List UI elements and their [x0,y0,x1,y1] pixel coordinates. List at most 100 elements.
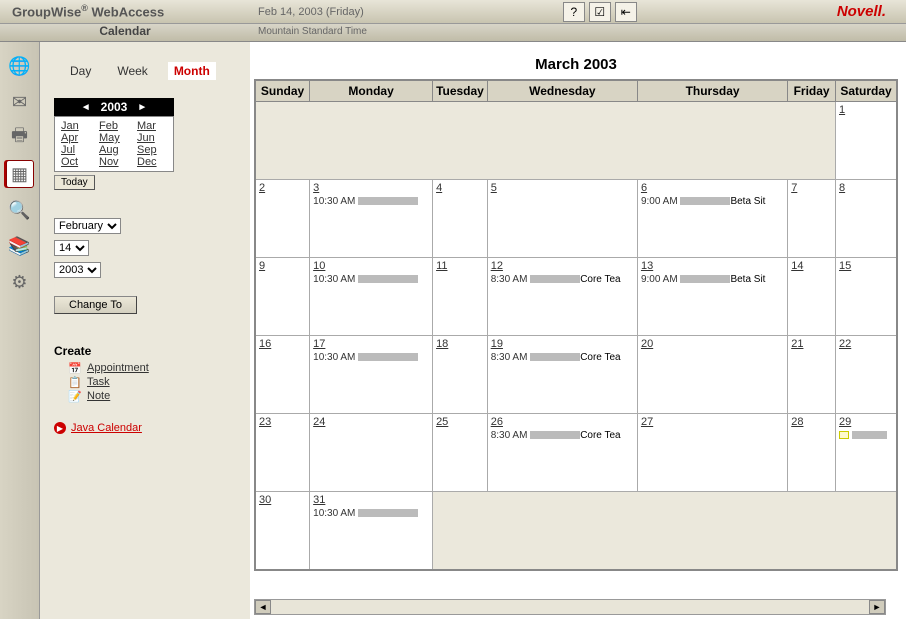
day-number[interactable]: 10 [313,260,325,272]
day-cell[interactable]: 11 [433,258,488,336]
month-apr[interactable]: Apr [61,132,91,144]
day-number[interactable]: 25 [436,416,448,428]
day-cell[interactable]: 16 [255,336,310,414]
search-icon[interactable]: 🔍 [6,196,34,224]
event[interactable] [839,430,893,441]
day-number[interactable]: 27 [641,416,653,428]
month-select[interactable]: February [54,218,121,234]
today-button[interactable]: Today [54,175,95,190]
day-number[interactable]: 1 [839,104,845,116]
event[interactable]: 8:30 AM Core Tea [491,430,634,441]
day-cell[interactable]: 8 [836,180,898,258]
day-number[interactable]: 31 [313,494,325,506]
month-dec[interactable]: Dec [137,156,167,168]
day-number[interactable]: 21 [791,338,803,350]
day-cell[interactable]: 26 8:30 AM Core Tea [487,414,637,492]
day-cell[interactable]: 15 [836,258,898,336]
day-number[interactable]: 12 [491,260,503,272]
day-cell[interactable]: 18 [433,336,488,414]
event[interactable]: 10:30 AM [313,274,429,285]
day-number[interactable]: 26 [491,416,503,428]
day-number[interactable]: 19 [491,338,503,350]
day-cell[interactable]: 23 [255,414,310,492]
day-number[interactable]: 18 [436,338,448,350]
day-number[interactable]: 7 [791,182,797,194]
day-number[interactable]: 8 [839,182,845,194]
day-cell[interactable]: 17 10:30 AM [310,336,433,414]
month-jul[interactable]: Jul [61,144,91,156]
day-number[interactable]: 20 [641,338,653,350]
create-note[interactable]: 📝Note [68,390,236,402]
day-number[interactable]: 14 [791,260,803,272]
day-select[interactable]: 14 [54,240,89,256]
month-sep[interactable]: Sep [137,144,167,156]
day-cell[interactable]: 20 [637,336,787,414]
month-jun[interactable]: Jun [137,132,167,144]
tab-month[interactable]: Month [168,62,216,80]
scroll-right-icon[interactable]: ► [869,600,885,614]
day-cell[interactable]: 5 [487,180,637,258]
event[interactable]: 10:30 AM [313,196,429,207]
print-icon[interactable]: 🖶 [6,124,34,152]
month-nov[interactable]: Nov [99,156,129,168]
day-cell[interactable]: 10 10:30 AM [310,258,433,336]
logout-icon[interactable]: ⇤ [615,2,637,22]
day-cell[interactable]: 29 [836,414,898,492]
compose-icon[interactable]: ✉ [6,88,34,116]
day-number[interactable]: 30 [259,494,271,506]
event[interactable]: 10:30 AM [313,508,429,519]
day-cell[interactable]: 4 [433,180,488,258]
month-may[interactable]: May [99,132,129,144]
day-number[interactable]: 3 [313,182,319,194]
options-icon[interactable]: ☑ [589,2,611,22]
day-number[interactable]: 24 [313,416,325,428]
day-number[interactable]: 13 [641,260,653,272]
event[interactable]: 9:00 AM Beta Sit [641,274,784,285]
day-cell[interactable]: 27 [637,414,787,492]
day-cell[interactable]: 12 8:30 AM Core Tea [487,258,637,336]
day-cell[interactable]: 9 [255,258,310,336]
day-cell[interactable]: 6 9:00 AM Beta Sit [637,180,787,258]
create-task[interactable]: 📋Task [68,376,236,388]
event[interactable]: 9:00 AM Beta Sit [641,196,784,207]
change-to-button[interactable]: Change To [54,296,137,314]
globe-icon[interactable]: 🌐 [6,52,34,80]
day-cell[interactable]: 28 [788,414,836,492]
tab-day[interactable]: Day [64,62,97,80]
event[interactable]: 8:30 AM Core Tea [491,274,634,285]
day-number[interactable]: 2 [259,182,265,194]
day-number[interactable]: 29 [839,416,851,428]
day-cell[interactable]: 24 [310,414,433,492]
day-number[interactable]: 4 [436,182,442,194]
day-cell[interactable]: 13 9:00 AM Beta Sit [637,258,787,336]
day-number[interactable]: 28 [791,416,803,428]
day-cell[interactable]: 2 [255,180,310,258]
day-number[interactable]: 23 [259,416,271,428]
day-number[interactable]: 9 [259,260,265,272]
help-icon[interactable]: ? [563,2,585,22]
day-cell[interactable]: 14 [788,258,836,336]
scroll-left-icon[interactable]: ◄ [255,600,271,614]
day-number[interactable]: 6 [641,182,647,194]
tab-week[interactable]: Week [111,62,153,80]
settings-icon[interactable]: ⚙ [6,268,34,296]
day-number[interactable]: 15 [839,260,851,272]
java-calendar-link[interactable]: ▶ Java Calendar [54,422,236,434]
year-next-icon[interactable]: ► [137,102,147,113]
day-cell[interactable]: 25 [433,414,488,492]
day-number[interactable]: 17 [313,338,325,350]
month-oct[interactable]: Oct [61,156,91,168]
month-feb[interactable]: Feb [99,120,129,132]
day-cell[interactable]: 198:30 AM Core Tea [487,336,637,414]
day-cell[interactable]: 30 [255,492,310,570]
month-jan[interactable]: Jan [61,120,91,132]
year-prev-icon[interactable]: ◄ [81,102,91,113]
day-number[interactable]: 22 [839,338,851,350]
day-cell[interactable]: 7 [788,180,836,258]
day-cell[interactable]: 21 [788,336,836,414]
day-cell[interactable]: 1 [836,102,898,180]
event[interactable]: 10:30 AM [313,352,429,363]
day-number[interactable]: 11 [436,260,447,272]
horizontal-scrollbar[interactable]: ◄ ► [254,599,886,615]
day-cell[interactable]: 3 10:30 AM [310,180,433,258]
